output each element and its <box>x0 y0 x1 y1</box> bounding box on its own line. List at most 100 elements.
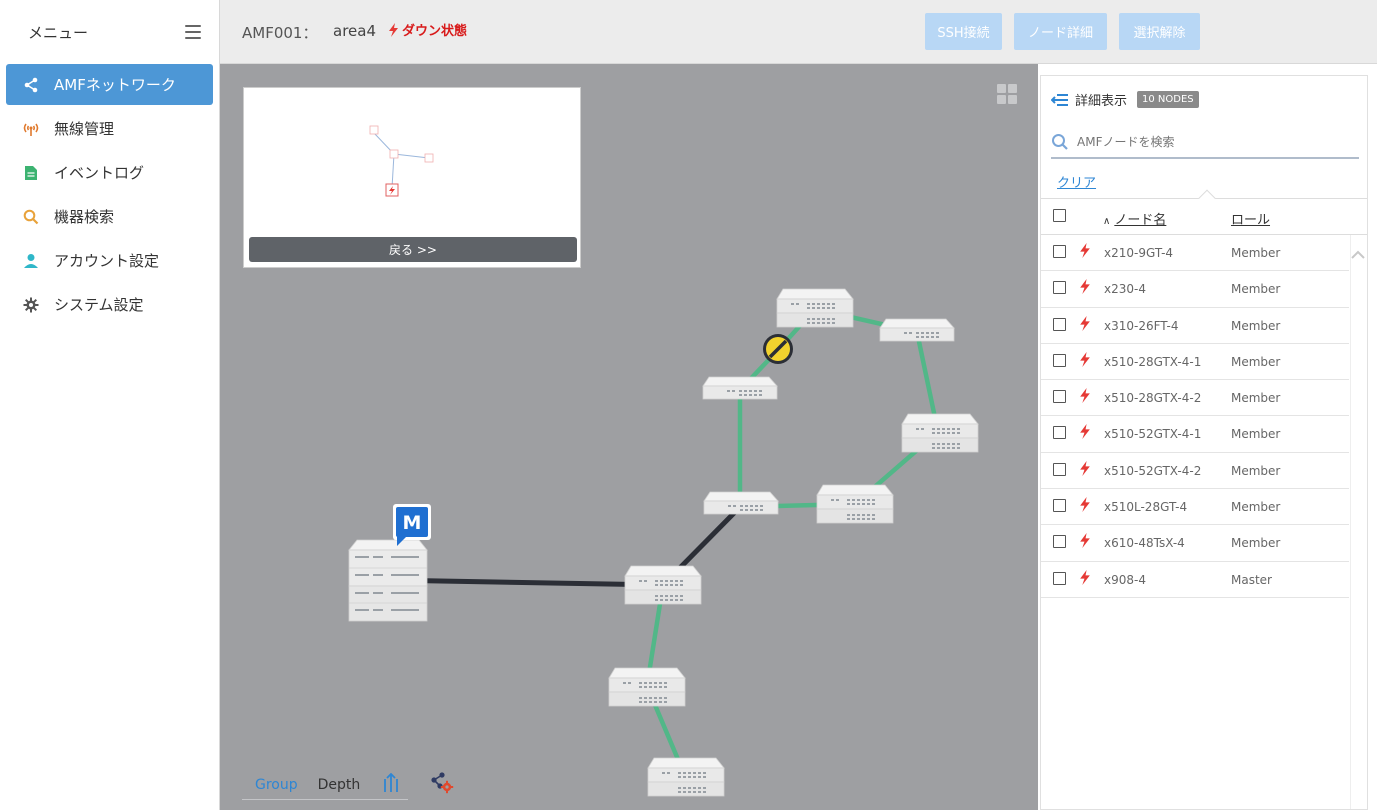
scroll-up-chevron-icon[interactable] <box>1350 248 1366 262</box>
table-row[interactable]: x510L-28GT-4 Member <box>1041 489 1349 526</box>
lightning-bolt-icon <box>1080 315 1090 331</box>
sidebar-item-label: アカウント設定 <box>54 252 160 270</box>
sidebar-item-account-settings[interactable]: アカウント設定 <box>6 240 213 281</box>
master-badge-letter: M <box>403 512 422 534</box>
node-name: x510-52GTX-4-1 <box>1104 427 1202 442</box>
table-header: ∧ ノード名 ロール <box>1041 189 1367 235</box>
sidebar-item-event-log[interactable]: イベントログ <box>6 152 213 193</box>
clear-link[interactable]: クリア <box>1057 172 1096 191</box>
panel-title: 詳細表示 <box>1075 94 1128 109</box>
row-checkbox[interactable] <box>1053 353 1066 367</box>
lightning-bolt-icon <box>1080 243 1090 258</box>
lightning-bolt-icon <box>1080 533 1090 549</box>
gear-icon <box>20 295 42 315</box>
sidebar-item-amf-network[interactable]: AMFネットワーク <box>6 64 213 105</box>
switch-node[interactable] <box>879 318 955 342</box>
sort-ascending-icon: ∧ <box>1103 216 1111 227</box>
node-name: x210-9GT-4 <box>1104 246 1174 260</box>
table-row[interactable]: x510-52GTX-4-2 Member <box>1041 453 1349 490</box>
deselect-button[interactable]: 選択解除 <box>1119 13 1200 50</box>
switch-node[interactable] <box>776 288 854 328</box>
minimap-back-button[interactable]: 戻る >> <box>249 237 577 262</box>
minimap[interactable]: 戻る >> <box>243 87 581 268</box>
table-row[interactable]: x230-4 Member <box>1041 271 1349 308</box>
table-row[interactable]: x310-26FT-4 Member <box>1041 308 1349 344</box>
switch-node[interactable] <box>608 667 686 707</box>
row-checkbox[interactable] <box>1053 426 1066 440</box>
table-row[interactable]: x510-52GTX-4-1 Member <box>1041 416 1349 453</box>
node-name: x510L-28GT-4 <box>1104 500 1188 515</box>
table-row[interactable]: x510-28GTX-4-2 Member <box>1041 380 1349 417</box>
node-list: x210-9GT-4 Member x230-4 Member x310-26F… <box>1041 235 1349 598</box>
sidebar-item-wireless[interactable]: 無線管理 <box>6 108 213 149</box>
tab-depth[interactable]: Depth <box>318 773 361 797</box>
switch-node[interactable] <box>702 376 778 400</box>
node-detail-button[interactable]: ノード詳細 <box>1014 13 1107 50</box>
table-row[interactable]: x610-48TsX-4 Member <box>1041 525 1349 562</box>
collapse-panel-icon[interactable] <box>1051 93 1069 107</box>
sidebar-item-label: イベントログ <box>54 164 145 182</box>
node-name: x510-28GTX-4-2 <box>1104 391 1202 406</box>
node-name: x510-52GTX-4-2 <box>1104 463 1202 478</box>
row-checkbox[interactable] <box>1053 281 1066 295</box>
ssh-connect-button[interactable]: SSH接続 <box>925 13 1002 50</box>
blocked-link-icon <box>763 334 793 364</box>
lightning-bolt-icon <box>1080 460 1090 476</box>
menu-title: メニュー <box>28 23 89 42</box>
column-header-role[interactable]: ロール <box>1231 209 1270 228</box>
scrollbar[interactable] <box>1350 235 1367 809</box>
top-header: AMF001： area4 ダウン状態 SSH接続 ノード詳細 選択解除 <box>220 0 1377 64</box>
document-icon <box>20 163 42 183</box>
search-icon <box>20 207 42 227</box>
switch-node[interactable] <box>901 413 979 453</box>
table-row[interactable]: x908-4 Master <box>1041 562 1349 598</box>
grid-layout-icon[interactable] <box>997 84 1017 104</box>
node-count-badge: 10 NODES <box>1137 91 1199 108</box>
hamburger-menu-icon[interactable] <box>185 25 201 39</box>
node-role: Member <box>1231 536 1281 551</box>
table-row[interactable]: x510-28GTX-4-1 Member <box>1041 344 1349 381</box>
row-checkbox[interactable] <box>1053 390 1066 404</box>
lightning-bolt-icon <box>1080 388 1090 404</box>
row-checkbox[interactable] <box>1053 571 1066 585</box>
node-search <box>1051 126 1359 159</box>
minimap-graph <box>369 125 434 197</box>
area-name: area4 <box>333 22 376 40</box>
node-name: x510-28GTX-4-1 <box>1104 354 1202 369</box>
sidebar-item-label: AMFネットワーク <box>54 76 176 94</box>
node-name: x610-48TsX-4 <box>1104 536 1185 551</box>
switch-node[interactable] <box>703 491 779 515</box>
node-search-input[interactable] <box>1077 134 1347 149</box>
sidebar-item-device-search[interactable]: 機器検索 <box>6 196 213 237</box>
table-row[interactable]: x210-9GT-4 Member <box>1041 235 1349 272</box>
row-checkbox[interactable] <box>1053 499 1066 513</box>
switch-node[interactable] <box>816 484 894 524</box>
sort-order-icon[interactable] <box>382 773 400 793</box>
tab-group[interactable]: Group <box>242 773 298 797</box>
lightning-bolt-icon <box>1080 569 1090 585</box>
switch-node[interactable] <box>647 757 725 797</box>
network-topology-canvas[interactable]: M 戻る >> Group Depth <box>220 64 1038 810</box>
node-role: Member <box>1231 246 1281 260</box>
row-checkbox[interactable] <box>1053 317 1066 331</box>
lightning-bolt-icon <box>1080 351 1090 367</box>
switch-node[interactable] <box>624 565 702 605</box>
node-name: x908-4 <box>1104 572 1146 587</box>
column-header-name[interactable]: ∧ ノード名 <box>1103 209 1166 228</box>
node-role: Member <box>1231 500 1281 515</box>
lightning-bolt-icon <box>1080 279 1090 295</box>
row-checkbox[interactable] <box>1053 245 1066 258</box>
status-badge: ダウン状態 <box>388 20 467 39</box>
network-settings-icon[interactable] <box>430 772 454 794</box>
row-checkbox[interactable] <box>1053 535 1066 549</box>
node-role: Member <box>1231 282 1281 297</box>
select-all-checkbox[interactable] <box>1053 209 1066 222</box>
row-checkbox[interactable] <box>1053 462 1066 476</box>
sidebar-item-system-settings[interactable]: システム設定 <box>6 284 213 325</box>
share-network-icon <box>20 75 42 95</box>
node-role: Master <box>1231 572 1272 587</box>
node-role: Member <box>1231 318 1281 333</box>
search-icon <box>1052 133 1068 150</box>
master-node[interactable] <box>348 539 428 622</box>
node-role: Member <box>1231 354 1281 369</box>
